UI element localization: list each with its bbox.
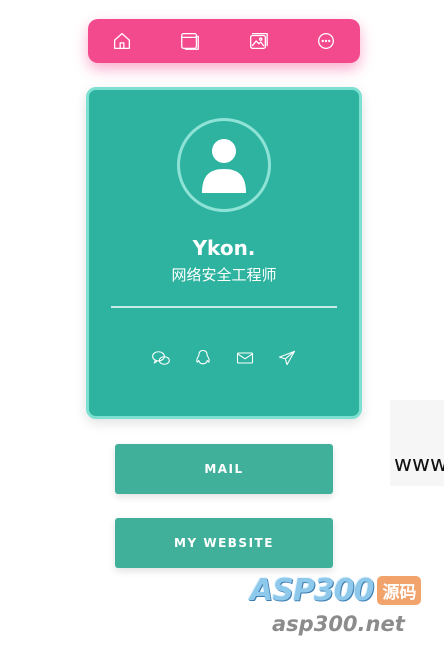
window-icon[interactable] <box>175 26 205 56</box>
more-icon[interactable] <box>311 26 341 56</box>
watermark-badge: 源码 <box>377 575 422 605</box>
gallery-icon[interactable] <box>243 26 273 56</box>
qq-icon[interactable] <box>193 348 213 368</box>
user-icon <box>202 139 246 193</box>
mail-icon[interactable] <box>235 348 255 368</box>
profile-title: 网络安全工程师 <box>171 266 277 284</box>
home-icon[interactable] <box>107 26 137 56</box>
profile-name: Ykon. <box>192 236 256 260</box>
watermark-brand: ASP300 <box>250 572 374 608</box>
telegram-icon[interactable] <box>277 348 297 368</box>
avatar <box>177 118 271 212</box>
social-links <box>89 348 359 368</box>
watermark-logo: ASP300 源码 <box>250 572 422 608</box>
wechat-icon[interactable] <box>151 348 171 368</box>
top-nav-bar <box>88 19 360 63</box>
watermark-url: asp300.net <box>272 612 405 636</box>
mail-button[interactable]: MAIL <box>115 444 333 494</box>
my-website-button[interactable]: MY WEBSITE <box>115 518 333 568</box>
side-text: www <box>394 452 444 477</box>
divider <box>111 306 337 308</box>
profile-card: Ykon. 网络安全工程师 <box>86 87 362 419</box>
